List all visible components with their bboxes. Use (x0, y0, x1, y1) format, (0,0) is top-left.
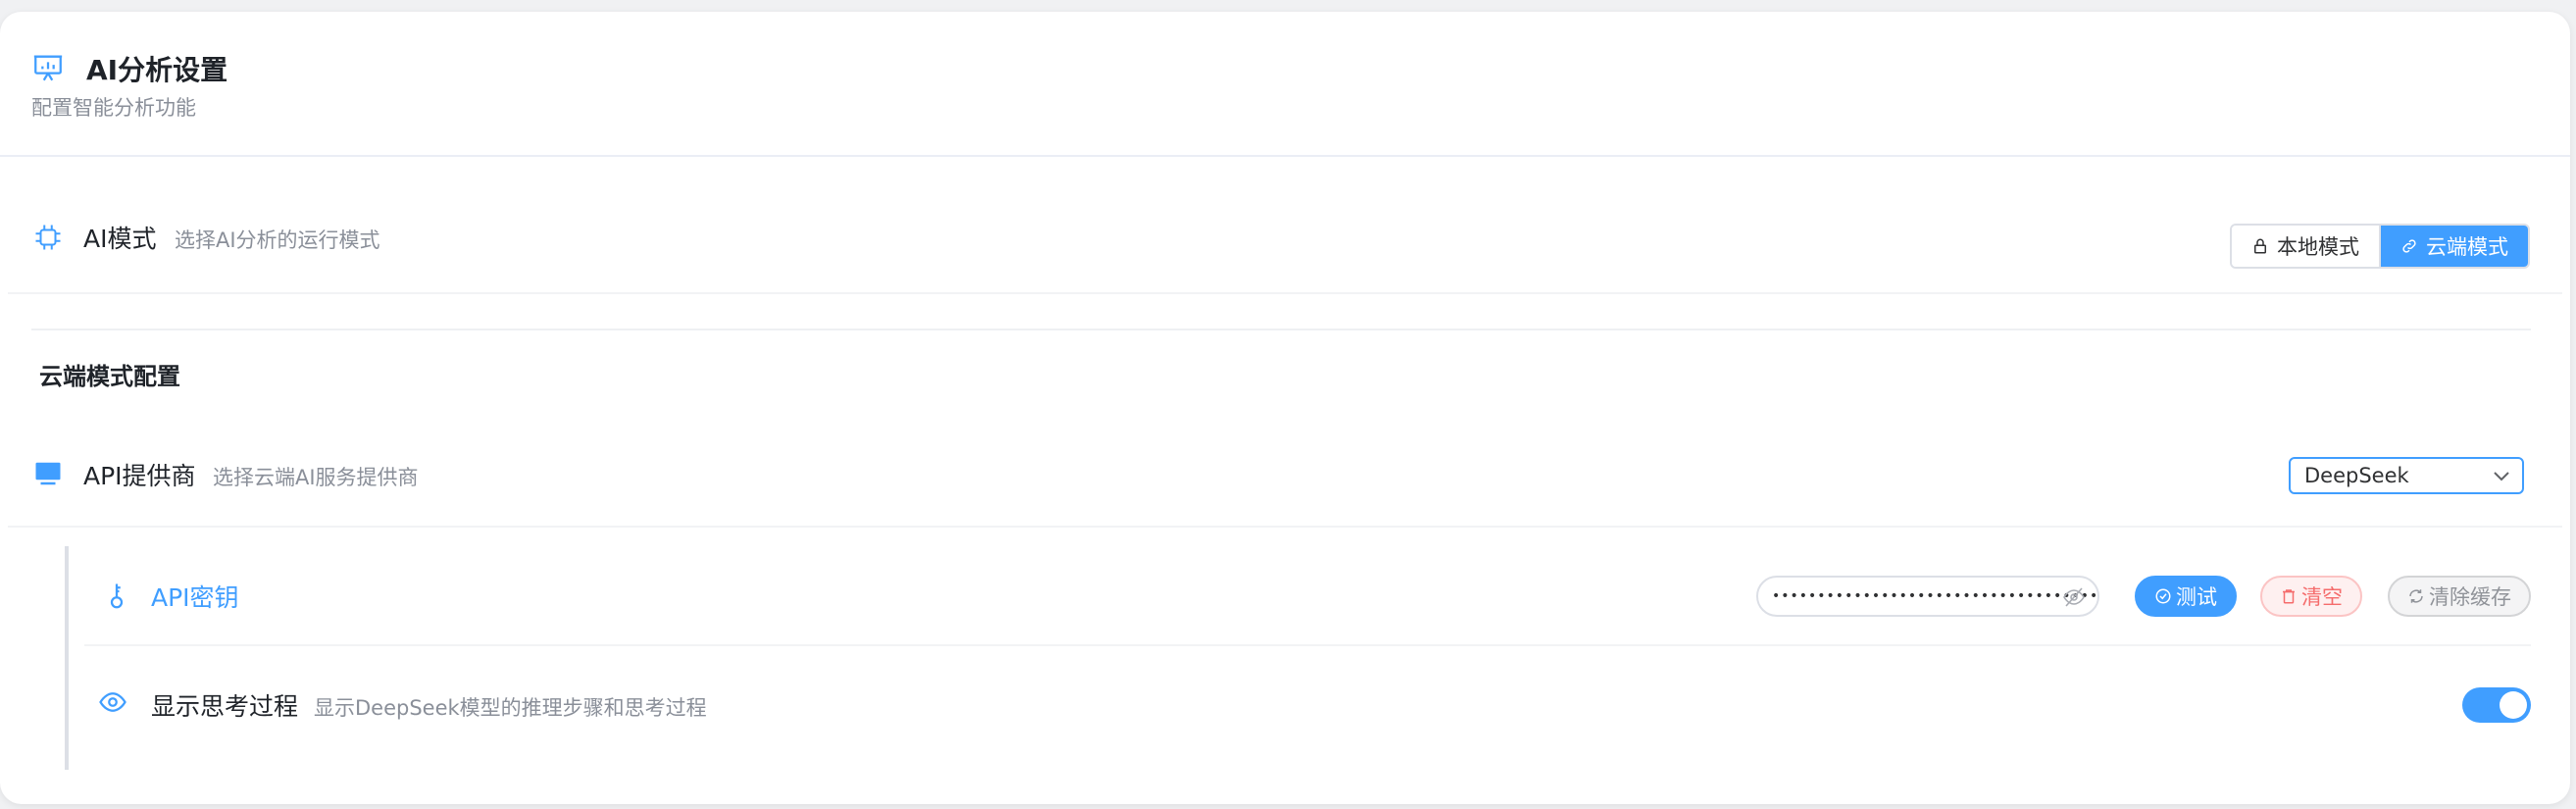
api-provider-selected-value: DeepSeek (2304, 464, 2409, 487)
cloud-config-section-title: 云端模式配置 (39, 363, 180, 390)
page-subtitle: 配置智能分析功能 (31, 96, 196, 120)
chevron-down-icon (2494, 472, 2509, 481)
show-thinking-description: 显示DeepSeek模型的推理步骤和思考过程 (314, 696, 707, 720)
lock-icon (2254, 238, 2266, 254)
link-icon (2402, 239, 2416, 253)
monitor-icon (35, 462, 61, 485)
trash-icon (2283, 589, 2295, 604)
key-icon (110, 583, 124, 609)
settings-header: AI分析设置 配置智能分析功能 (0, 12, 2570, 157)
show-thinking-row: 显示思考过程 显示DeepSeek模型的推理步骤和思考过程 (84, 646, 2531, 770)
local-mode-label: 本地模式 (2277, 235, 2359, 259)
show-thinking-label: 显示思考过程 (151, 692, 299, 721)
ai-mode-description: 选择AI分析的运行模式 (175, 228, 380, 252)
ai-settings-card: AI分析设置 配置智能分析功能 AI模式 选择AI分析的运行模式 本地模式 云端… (0, 12, 2570, 804)
check-circle-icon (2155, 588, 2171, 604)
section-divider (31, 329, 2531, 330)
presentation-chart-icon (33, 55, 63, 81)
api-key-masked-value: •••••••••••••••••••••••••••••••••••• (1772, 588, 2099, 604)
api-key-row: API密钥 ••••••••••••••••••••••••••••••••••… (84, 546, 2531, 646)
api-provider-row: API提供商 选择云端AI服务提供商 DeepSeek (8, 424, 2562, 528)
cloud-mode-button[interactable]: 云端模式 (2379, 226, 2528, 267)
test-button[interactable]: 测试 (2135, 576, 2237, 617)
local-mode-button[interactable]: 本地模式 (2232, 226, 2379, 267)
clear-cache-button-label: 清除缓存 (2429, 585, 2511, 609)
api-key-label: API密钥 (151, 583, 239, 612)
eye-off-icon[interactable] (2062, 586, 2086, 608)
refresh-icon (2409, 589, 2423, 603)
ai-mode-row: AI模式 选择AI分析的运行模式 本地模式 云端模式 (8, 186, 2562, 294)
clear-button-label: 清空 (2301, 585, 2343, 609)
toggle-knob (2500, 691, 2527, 719)
test-button-label: 测试 (2176, 585, 2217, 609)
api-provider-description: 选择云端AI服务提供商 (213, 466, 419, 489)
api-key-input[interactable]: •••••••••••••••••••••••••••••••••••• (1756, 576, 2099, 617)
cpu-chip-icon (35, 225, 61, 250)
show-thinking-toggle[interactable] (2462, 687, 2531, 723)
cloud-mode-label: 云端模式 (2426, 235, 2508, 259)
clear-button[interactable]: 清空 (2260, 576, 2362, 617)
ai-mode-segmented-control: 本地模式 云端模式 (2230, 224, 2530, 269)
cloud-config-subpanel: API密钥 ••••••••••••••••••••••••••••••••••… (65, 546, 2531, 770)
clear-cache-button[interactable]: 清除缓存 (2388, 576, 2531, 617)
api-provider-select[interactable]: DeepSeek (2289, 457, 2524, 494)
page-title: AI分析设置 (86, 54, 228, 86)
eye-icon (99, 692, 126, 712)
api-provider-label: API提供商 (83, 462, 196, 490)
ai-mode-label: AI模式 (83, 225, 157, 253)
